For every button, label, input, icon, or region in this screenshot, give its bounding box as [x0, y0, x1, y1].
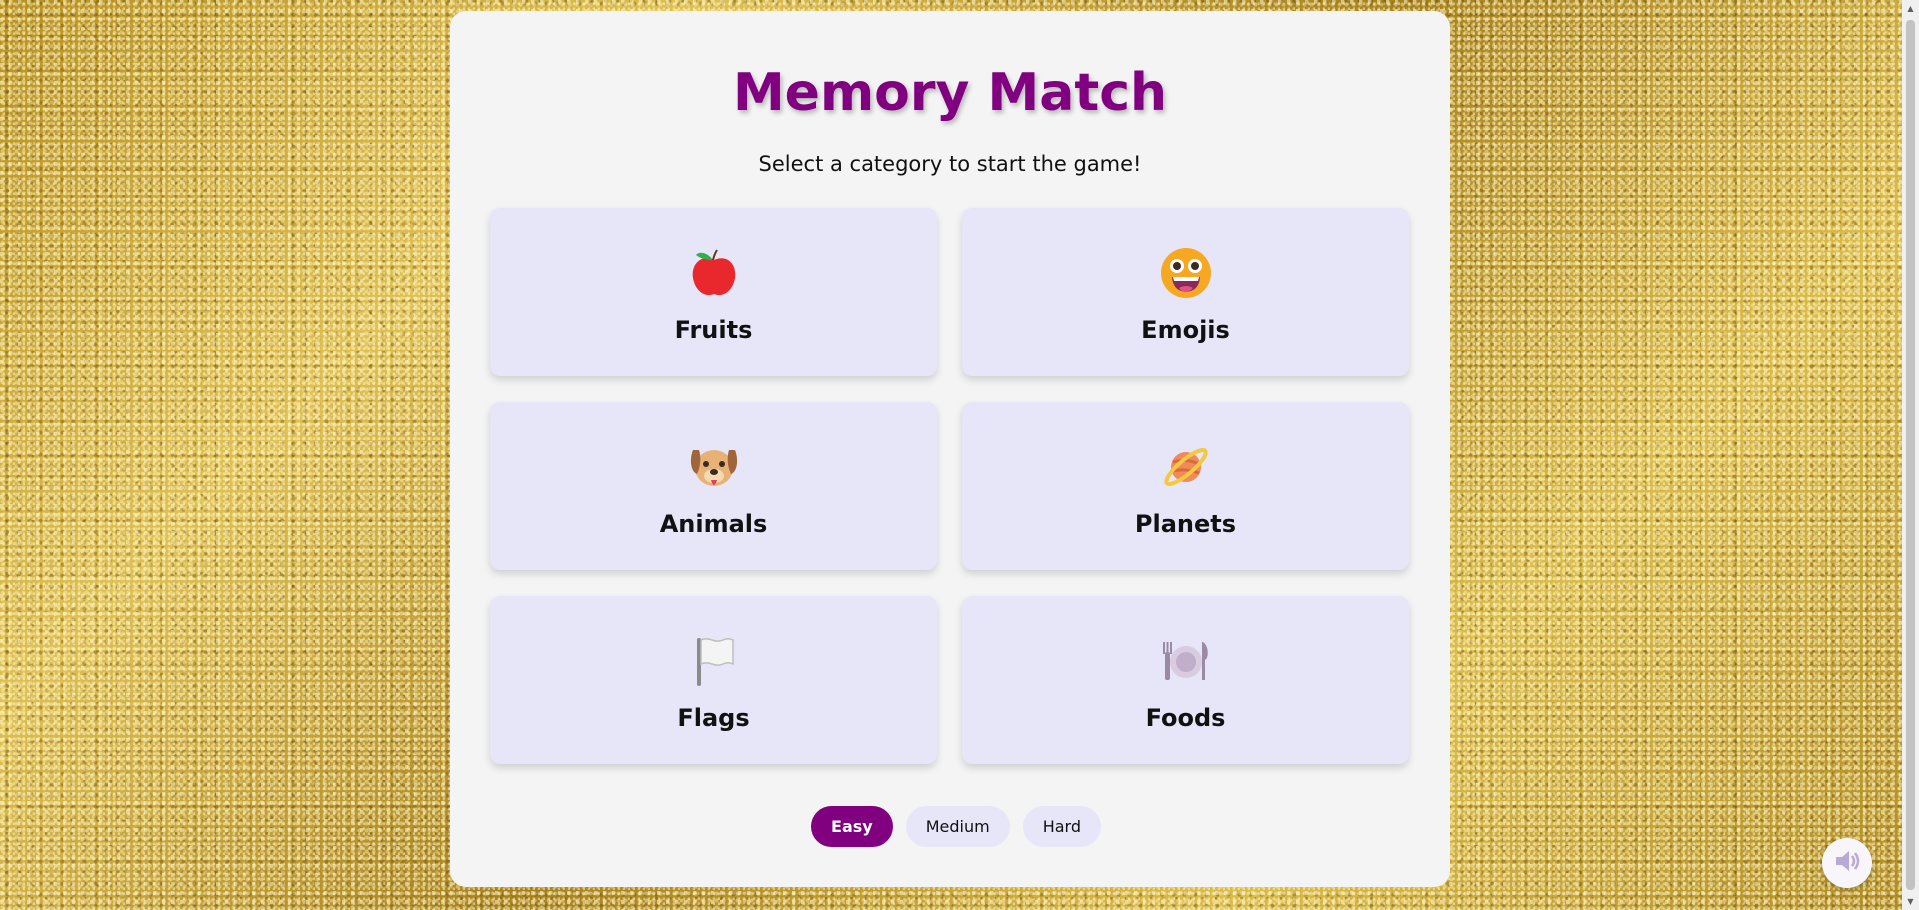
category-label: Flags — [677, 704, 750, 732]
category-label: Animals — [659, 510, 768, 538]
game-title: Memory Match — [732, 63, 1168, 123]
dog-face-icon — [490, 440, 937, 494]
difficulty-medium-button[interactable]: Medium — [905, 806, 1010, 847]
speaker-icon — [1832, 846, 1862, 880]
category-card-emojis[interactable]: Emojis — [962, 208, 1409, 376]
game-subtitle: Select a category to start the game! — [758, 152, 1142, 176]
category-card-foods[interactable]: Foods — [962, 596, 1409, 764]
white-flag-icon — [490, 634, 937, 688]
sound-toggle-button[interactable] — [1822, 838, 1872, 888]
category-card-fruits[interactable]: Fruits — [490, 208, 937, 376]
category-label: Foods — [1145, 704, 1226, 732]
plate-with-cutlery-icon — [962, 634, 1409, 688]
grinning-face-icon — [962, 246, 1409, 300]
ringed-planet-icon — [962, 440, 1409, 494]
difficulty-easy-button[interactable]: Easy — [811, 806, 893, 847]
scrollbar-thumb[interactable] — [1906, 20, 1915, 890]
scroll-down-arrow-icon[interactable]: ▼ — [1902, 893, 1919, 910]
category-card-flags[interactable]: Flags — [490, 596, 937, 764]
difficulty-hard-button[interactable]: Hard — [1022, 806, 1101, 847]
category-label: Planets — [1134, 510, 1237, 538]
category-label: Emojis — [1141, 316, 1230, 344]
category-card-animals[interactable]: Animals — [490, 402, 937, 570]
scroll-up-arrow-icon[interactable]: ▲ — [1902, 0, 1919, 17]
category-grid: Fruits Emojis Animals Planets Flags Food… — [490, 208, 1410, 764]
category-card-planets[interactable]: Planets — [962, 402, 1409, 570]
game-panel: Memory Match Select a category to start … — [450, 11, 1450, 887]
category-label: Fruits — [674, 316, 753, 344]
difficulty-selector: Easy Medium Hard — [462, 806, 1450, 847]
page-scrollbar[interactable]: ▲ ▼ — [1902, 0, 1919, 910]
apple-icon — [490, 246, 937, 300]
